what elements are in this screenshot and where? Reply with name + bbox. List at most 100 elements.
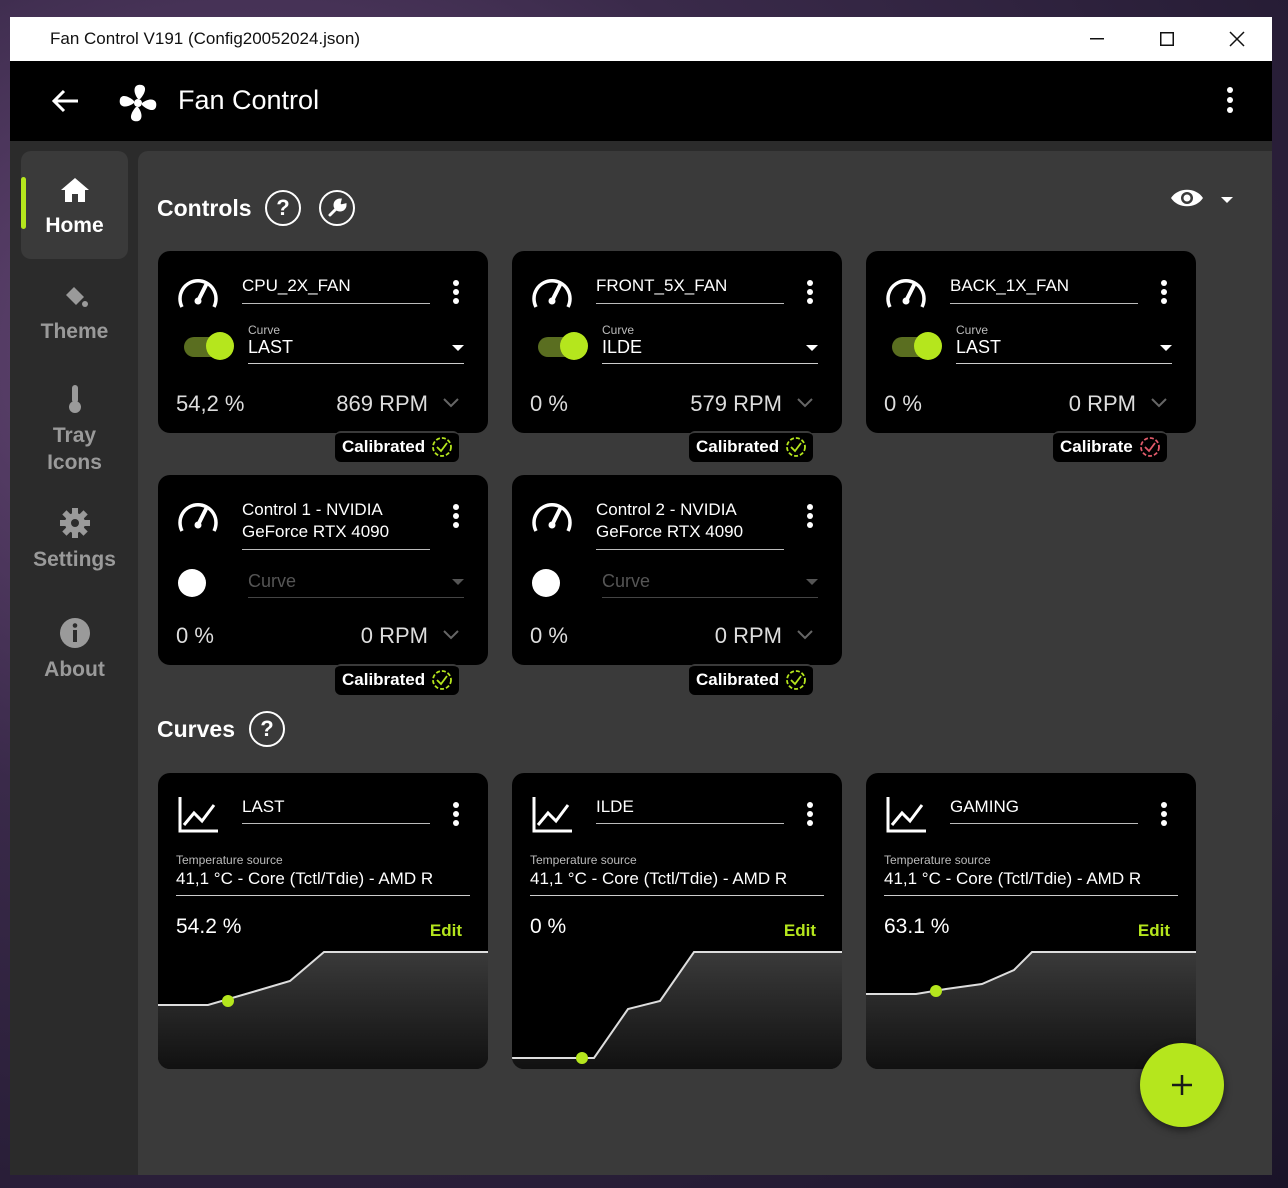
controls-tools-button[interactable] <box>319 190 355 226</box>
chevron-down-icon[interactable] <box>442 397 460 409</box>
control-enable-toggle[interactable] <box>178 569 206 597</box>
temperature-source-label: Temperature source <box>884 853 991 867</box>
edit-curve-button[interactable]: Edit <box>430 921 462 941</box>
sidebar-item-about[interactable]: About <box>21 617 128 683</box>
curve-percent: 0 % <box>530 915 567 938</box>
add-button[interactable] <box>1140 1043 1224 1127</box>
control-percent: 0 % <box>176 623 214 648</box>
controls-help-button[interactable]: ? <box>265 190 301 226</box>
curve-select[interactable]: LAST <box>248 337 464 364</box>
badge-label: Calibrated <box>342 437 426 456</box>
control-name[interactable]: Control 2 - NVIDIA GeForce RTX 4090 <box>596 499 784 550</box>
calibration-badge[interactable]: Calibrated <box>335 664 460 695</box>
curve-name[interactable]: ILDE <box>596 797 784 824</box>
back-button[interactable] <box>50 85 82 122</box>
gear-icon <box>59 508 90 538</box>
more-vertical-icon[interactable] <box>1160 801 1168 827</box>
curve-select[interactable]: Curve <box>248 571 464 598</box>
curve-select[interactable]: ILDE <box>602 337 818 364</box>
more-vertical-icon[interactable] <box>452 279 460 305</box>
more-vertical-icon[interactable] <box>806 279 814 305</box>
close-button[interactable] <box>1202 17 1272 61</box>
paint-bucket-icon <box>65 287 88 307</box>
chart-line-icon <box>178 797 218 833</box>
chevron-down-icon[interactable] <box>796 397 814 409</box>
curve-card: LAST Temperature source 41,1 °C - Core (… <box>158 773 488 1069</box>
chevron-down-icon[interactable] <box>1150 397 1168 409</box>
thermometer-icon <box>68 385 81 413</box>
curve-percent: 54.2 % <box>176 915 242 938</box>
control-name[interactable]: Control 1 - NVIDIA GeForce RTX 4090 <box>242 499 430 550</box>
chevron-down-icon[interactable] <box>442 629 460 641</box>
control-name[interactable]: FRONT_5X_FAN <box>596 275 784 304</box>
sidebar-item-label: Theme <box>40 320 109 343</box>
caret-down-icon <box>806 345 818 351</box>
app-title: Fan Control <box>178 85 320 115</box>
more-vertical-icon[interactable] <box>1160 279 1168 305</box>
edit-curve-button[interactable]: Edit <box>1138 921 1170 941</box>
uncalibrated-circle-icon <box>1139 437 1160 457</box>
control-name[interactable]: BACK_1X_FAN <box>950 275 1138 304</box>
wrench-icon <box>328 198 347 217</box>
arrow-left-icon <box>51 89 78 113</box>
control-enable-toggle[interactable] <box>184 332 234 360</box>
calibrate-button[interactable]: Calibrate <box>1053 431 1167 462</box>
check-circle-icon <box>432 670 453 690</box>
window-titlebar: Fan Control V191 (Config20052024.json) <box>10 17 1272 61</box>
sidebar-item-settings[interactable]: Settings <box>21 507 128 573</box>
curves-help-button[interactable]: ? <box>249 711 285 747</box>
maximize-button[interactable] <box>1132 17 1202 61</box>
control-enable-toggle[interactable] <box>538 332 588 360</box>
curve-value: LAST <box>956 337 1002 357</box>
minimize-button[interactable] <box>1062 17 1132 61</box>
more-vertical-icon[interactable] <box>806 503 814 529</box>
curve-value: ILDE <box>602 337 643 357</box>
calibration-badge[interactable]: Calibrated <box>335 431 460 462</box>
temperature-source-select[interactable]: 41,1 °C - Core (Tctl/Tdie) - AMD R <box>884 869 1178 896</box>
temperature-source-select[interactable]: 41,1 °C - Core (Tctl/Tdie) - AMD R <box>530 869 824 896</box>
control-rpm: 0 RPM <box>1068 391 1136 416</box>
control-enable-toggle[interactable] <box>532 569 560 597</box>
control-percent: 54,2 % <box>176 391 245 416</box>
curve-name[interactable]: LAST <box>242 797 430 824</box>
control-name-line: GeForce RTX 4090 <box>242 522 390 541</box>
sidebar-item-theme[interactable]: Theme <box>21 281 128 345</box>
calibration-badge[interactable]: Calibrated <box>689 431 814 462</box>
plus-icon <box>1172 1075 1192 1095</box>
curve-select[interactable]: Curve <box>602 571 818 598</box>
caret-down-icon <box>452 345 464 351</box>
calibration-badge[interactable]: Calibrated <box>689 664 814 695</box>
curve-select[interactable]: LAST <box>956 337 1172 364</box>
more-vertical-icon[interactable] <box>452 503 460 529</box>
control-name[interactable]: CPU_2X_FAN <box>242 275 430 304</box>
app-menu-button[interactable] <box>1226 85 1234 120</box>
active-indicator <box>21 177 26 229</box>
chart-line-icon <box>532 797 572 833</box>
curve-preview-graph[interactable] <box>158 943 488 1069</box>
more-vertical-icon[interactable] <box>452 801 460 827</box>
home-icon <box>60 178 89 202</box>
curve-label: Curve <box>956 323 989 337</box>
more-vertical-icon[interactable] <box>806 801 814 827</box>
control-rpm: 869 RPM <box>336 391 428 416</box>
edit-curve-button[interactable]: Edit <box>784 921 816 941</box>
chevron-down-icon[interactable] <box>796 629 814 641</box>
curve-preview-graph[interactable] <box>512 943 842 1069</box>
curve-name[interactable]: GAMING <box>950 797 1138 824</box>
control-enable-toggle[interactable] <box>892 332 942 360</box>
curve-preview-graph[interactable] <box>866 943 1196 1069</box>
sidebar-item-tray-icons[interactable]: Tray Icons <box>21 383 128 476</box>
badge-label: Calibrate <box>1060 437 1133 456</box>
temperature-source-select[interactable]: 41,1 °C - Core (Tctl/Tdie) - AMD R <box>176 869 470 896</box>
speedometer-icon <box>532 503 572 532</box>
visibility-menu-button[interactable] <box>1170 187 1234 214</box>
toggle-knob <box>206 332 234 360</box>
sidebar-item-home[interactable]: Home <box>21 151 128 259</box>
caret-down-icon <box>452 579 464 585</box>
control-percent: 0 % <box>530 391 568 416</box>
minimize-icon <box>1090 38 1104 40</box>
curve-current-point <box>576 1052 588 1064</box>
sidebar: Home Theme Tray Icons Settings About <box>10 141 138 1175</box>
speedometer-icon <box>886 279 926 308</box>
curve-percent: 63.1 % <box>884 915 950 938</box>
